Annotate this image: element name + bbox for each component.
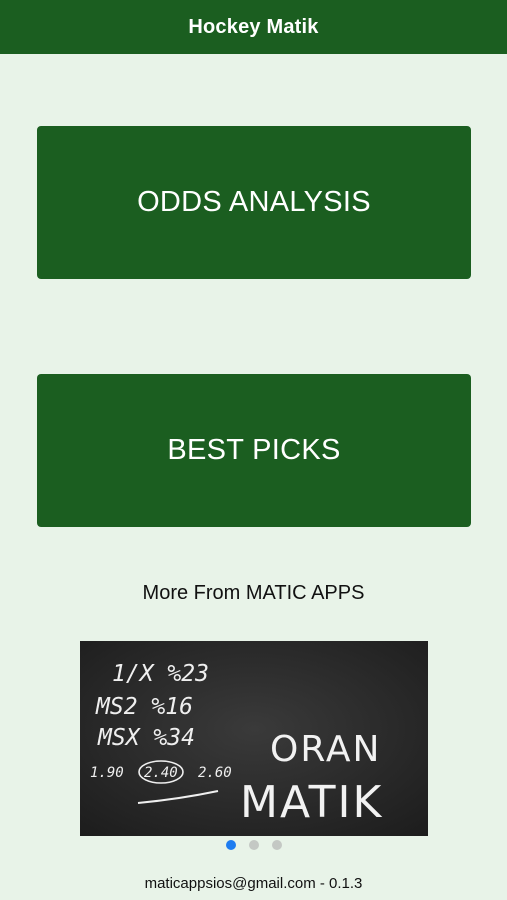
banner-odd-1: 1.90 [90, 765, 124, 781]
chalkboard-banner-image: 1/X %23 MS2 %16 MSX %34 1.90 2.40 2.60 O… [80, 641, 428, 836]
banner-line-1: 1/X %23 [112, 661, 209, 687]
banner-odd-2: 2.40 [144, 765, 178, 781]
banner-line-3: MSX %34 [97, 725, 195, 751]
app-header: Hockey Matik [0, 0, 507, 54]
carousel-dot-2[interactable] [248, 840, 259, 850]
banner-matik: MATIK [240, 777, 383, 828]
banner-line-2: MS2 %16 [95, 694, 193, 720]
carousel-dot-3[interactable] [271, 840, 282, 850]
carousel-pagination [0, 840, 507, 852]
odds-analysis-button[interactable]: ODDS ANALYSIS [37, 126, 471, 279]
app-title: Hockey Matik [188, 15, 319, 38]
best-picks-label: BEST PICKS [167, 434, 341, 466]
odds-analysis-label: ODDS ANALYSIS [137, 186, 371, 218]
footer-contact: maticappsios@gmail.com - 0.1.3 [144, 875, 363, 892]
more-apps-heading: More From MATIC APPS [142, 582, 365, 604]
promo-banner-carousel[interactable]: 1/X %23 MS2 %16 MSX %34 1.90 2.40 2.60 O… [80, 641, 428, 836]
banner-oran: ORAN [270, 729, 381, 770]
banner-odd-3: 2.60 [198, 765, 232, 781]
best-picks-button[interactable]: BEST PICKS [37, 374, 471, 527]
carousel-dot-1[interactable] [225, 840, 236, 850]
